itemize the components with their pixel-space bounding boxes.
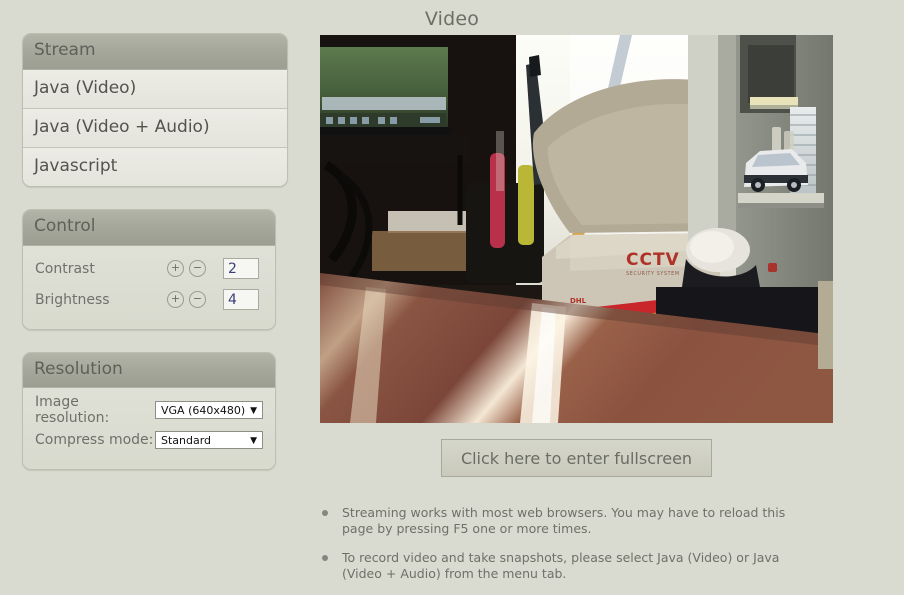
stream-item-javascript[interactable]: Javascript xyxy=(23,148,287,187)
note-item: Streaming works with most web browsers. … xyxy=(320,505,820,537)
contrast-label: Contrast xyxy=(35,260,95,277)
contrast-increase-icon[interactable]: + xyxy=(167,260,184,278)
image-resolution-label: Image resolution: xyxy=(35,394,110,427)
note-text: To record video and take snapshots, plea… xyxy=(342,550,780,581)
chevron-down-icon: ▼ xyxy=(250,436,257,447)
brightness-label: Brightness xyxy=(35,291,110,308)
compress-mode-row: Compress mode: Standard ▼ xyxy=(35,427,263,453)
bullet-icon xyxy=(322,555,328,561)
brightness-input[interactable] xyxy=(223,289,259,311)
stream-panel-header: Stream xyxy=(23,34,287,70)
brightness-decrease-icon[interactable]: − xyxy=(189,291,206,309)
stream-panel: Stream Java (Video) Java (Video + Audio)… xyxy=(22,33,288,188)
note-item: To record video and take snapshots, plea… xyxy=(320,550,820,582)
brightness-row: Brightness + − xyxy=(35,286,263,314)
sidebar: Stream Java (Video) Java (Video + Audio)… xyxy=(22,33,288,492)
stream-item-java-video[interactable]: Java (Video) xyxy=(23,69,287,109)
image-resolution-row: Image resolution: VGA (640x480) ▼ xyxy=(35,394,263,427)
notes-list: Streaming works with most web browsers. … xyxy=(320,505,820,595)
bullet-icon xyxy=(322,510,328,516)
svg-text:CCTV: CCTV xyxy=(626,250,680,270)
page-title: Video xyxy=(424,8,480,30)
chevron-down-icon: ▼ xyxy=(250,406,257,417)
compress-mode-value: Standard xyxy=(161,434,212,448)
control-panel: Control Contrast + − Brightness + − xyxy=(22,209,276,330)
contrast-decrease-icon[interactable]: − xyxy=(189,260,206,278)
stream-item-java-video-audio[interactable]: Java (Video + Audio) xyxy=(23,108,287,149)
svg-text:SECURITY SYSTEM: SECURITY SYSTEM xyxy=(626,271,680,277)
image-resolution-value: VGA (640x480) xyxy=(161,404,246,418)
resolution-panel: Resolution Image resolution: VGA (640x48… xyxy=(22,351,276,471)
video-stream[interactable]: CCTV SECURITY SYSTEM DHL xyxy=(320,35,833,423)
control-panel-header: Control xyxy=(23,210,275,246)
note-text: Streaming works with most web browsers. … xyxy=(342,505,786,536)
enter-fullscreen-button[interactable]: Click here to enter fullscreen xyxy=(441,439,712,477)
brightness-increase-icon[interactable]: + xyxy=(167,291,184,309)
contrast-row: Contrast + − xyxy=(35,255,263,283)
compress-mode-select[interactable]: Standard ▼ xyxy=(155,431,263,450)
resolution-panel-body: Image resolution: VGA (640x480) ▼ Compre… xyxy=(23,388,275,470)
control-panel-body: Contrast + − Brightness + − xyxy=(23,245,275,329)
video-frame: CCTV SECURITY SYSTEM DHL xyxy=(320,35,833,423)
compress-mode-label: Compress mode: xyxy=(35,432,154,449)
resolution-panel-header: Resolution xyxy=(23,352,275,389)
contrast-input[interactable] xyxy=(223,258,259,280)
image-resolution-select[interactable]: VGA (640x480) ▼ xyxy=(155,401,263,420)
